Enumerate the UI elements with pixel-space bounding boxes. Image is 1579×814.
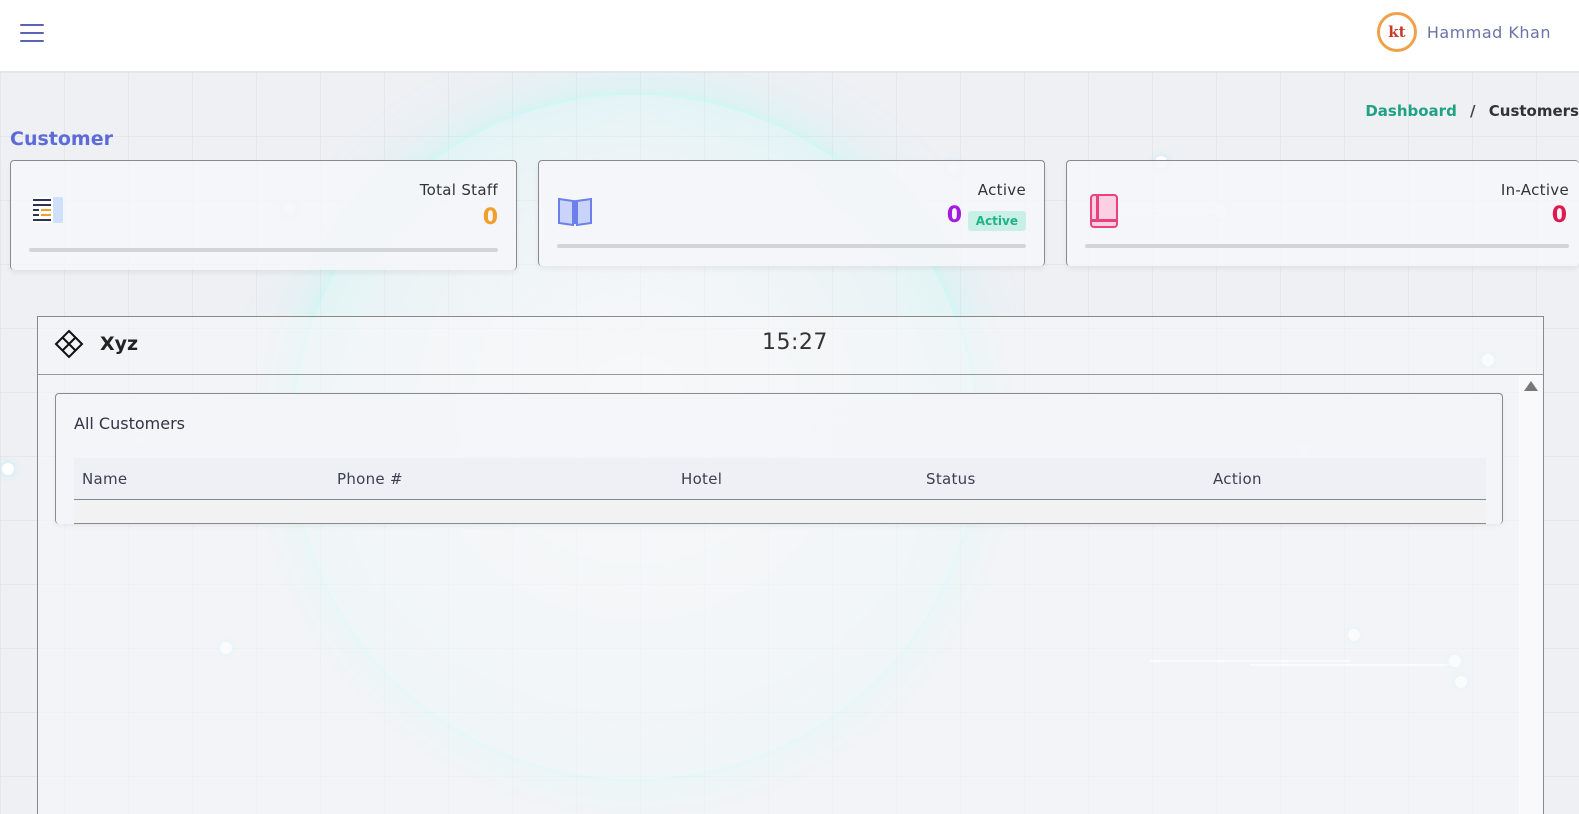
table-header-row: Name Phone # Hotel Status Action [74, 458, 1486, 500]
column-header-status[interactable]: Status [926, 470, 976, 488]
stat-value: 0 [946, 203, 962, 228]
stat-progress-bar [1085, 244, 1569, 248]
page-title: Customer [10, 128, 113, 150]
column-header-phone[interactable]: Phone # [337, 470, 403, 488]
diamond-logo-icon [54, 329, 84, 359]
stat-label: Total Staff [419, 181, 498, 199]
table-title: All Customers [74, 414, 185, 433]
avatar[interactable]: kt [1376, 12, 1417, 52]
clock-time: 15:27 [762, 330, 828, 355]
table-body-empty [74, 500, 1486, 524]
stat-value: 0 [1551, 203, 1567, 228]
breadcrumb-separator: / [1470, 102, 1476, 120]
stat-value: 0 [482, 205, 498, 230]
stat-card-total-staff: Total Staff 0 [10, 160, 517, 270]
breadcrumb-dashboard-link[interactable]: Dashboard [1365, 102, 1456, 120]
column-header-name[interactable]: Name [82, 470, 127, 488]
status-badge: Active [967, 211, 1026, 231]
decor-dot [2, 463, 14, 475]
column-header-action[interactable]: Action [1213, 470, 1262, 488]
column-header-hotel[interactable]: Hotel [681, 470, 722, 488]
breadcrumb: Dashboard / Customers [1365, 102, 1579, 120]
open-book-icon [557, 193, 593, 229]
customers-panel: Xyz 15:27 All Customers Name Phone # Hot… [37, 316, 1544, 814]
menu-toggle-icon[interactable] [20, 24, 44, 44]
stat-label: In-Active [1500, 181, 1569, 199]
report-icon [29, 193, 65, 229]
book-icon [1085, 193, 1121, 229]
panel-title: Xyz [100, 333, 139, 355]
top-navbar: kt Hammad Khan [0, 0, 1579, 72]
stat-card-in-active: In-Active 0 [1066, 160, 1579, 266]
stat-card-active: Active 0 Active [538, 160, 1045, 266]
user-menu[interactable]: kt Hammad Khan [1376, 12, 1551, 52]
panel-scrollbar[interactable] [1519, 375, 1543, 814]
scroll-up-arrow-icon[interactable] [1524, 381, 1538, 391]
customers-table-card: All Customers Name Phone # Hotel Status … [55, 393, 1503, 524]
stat-label: Active [977, 181, 1026, 199]
breadcrumb-current: Customers [1488, 102, 1579, 120]
panel-header: Xyz 15:27 [38, 317, 1543, 375]
user-name[interactable]: Hammad Khan [1427, 23, 1551, 42]
stat-progress-bar [557, 244, 1026, 248]
stat-progress-bar [29, 248, 498, 252]
